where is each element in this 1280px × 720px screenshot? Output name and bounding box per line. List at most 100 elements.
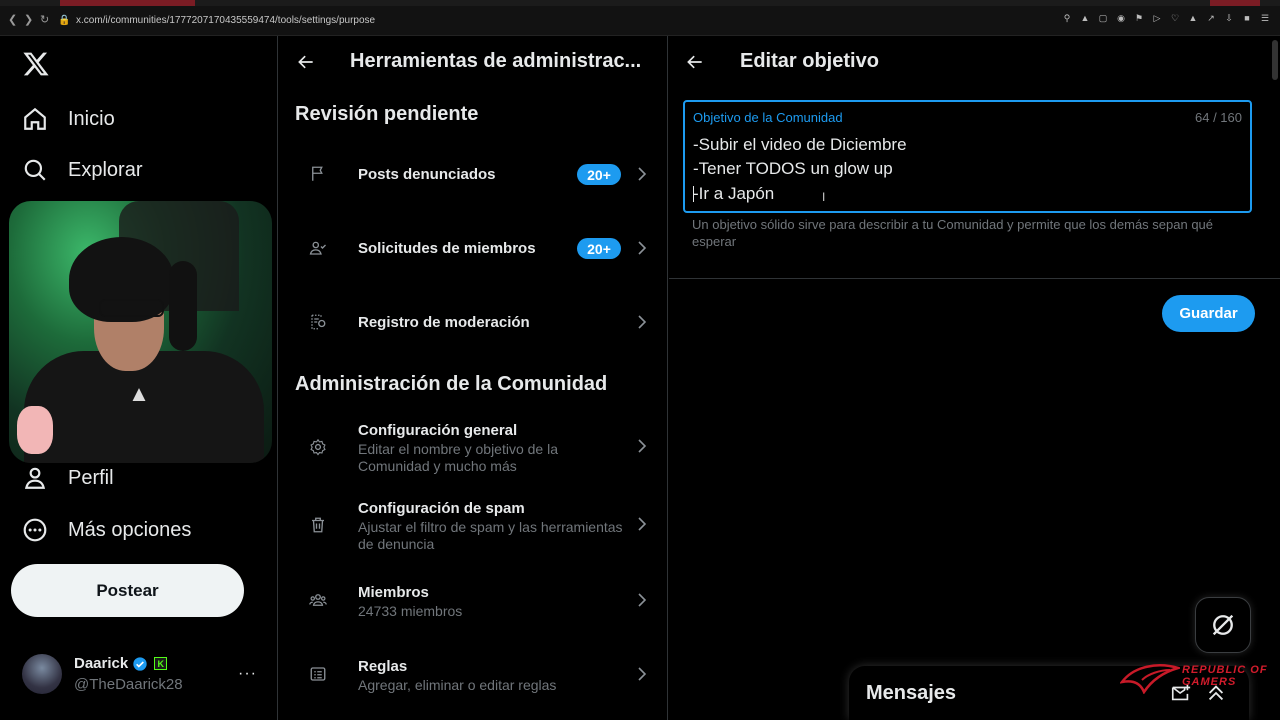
account-switcher[interactable]: Daarick K @TheDaarick28 ··· — [22, 653, 267, 695]
panel-title: Editar objetivo — [740, 50, 879, 72]
rog-line1: REPUBLIC OF — [1182, 664, 1268, 676]
row-title: Solicitudes de miembros — [358, 240, 536, 257]
chevron-right-icon — [638, 315, 647, 329]
people-icon — [309, 594, 327, 606]
person-icon — [24, 467, 46, 489]
heart-icon[interactable]: ♡ — [1170, 13, 1180, 23]
zoom-icon[interactable]: ⚲ — [1062, 13, 1072, 23]
row-title: Reglas — [358, 658, 408, 675]
browser-reload-icon[interactable]: ↻ — [40, 13, 49, 26]
verified-badge-icon — [133, 656, 147, 671]
back-arrow-icon[interactable] — [685, 52, 705, 72]
count-badge: 20+ — [577, 238, 621, 259]
grok-icon — [1212, 614, 1234, 636]
account-name-row: Daarick K — [74, 655, 168, 672]
lock-icon: 🔒 — [58, 14, 71, 26]
nav-label: Inicio — [68, 107, 115, 130]
shield-icon[interactable]: ◉ — [1116, 13, 1126, 23]
row-solicitudes-miembros[interactable]: Solicitudes de miembros 20+ — [279, 216, 668, 280]
section-title-pending: Revisión pendiente — [295, 103, 479, 125]
kick-badge: K — [154, 657, 168, 670]
puzzle-icon[interactable]: ▲ — [1188, 13, 1198, 23]
chevron-right-icon — [638, 667, 647, 681]
screenshot-icon[interactable]: ▢ — [1098, 13, 1108, 23]
edit-purpose-panel: Editar objetivo Objetivo de la Comunidad… — [669, 36, 1280, 720]
chevron-right-icon — [638, 593, 647, 607]
textarea-line: -Tener TODOS un glow up — [693, 159, 893, 178]
row-reglas[interactable]: Reglas Agregar, eliminar o editar reglas — [279, 644, 668, 704]
share-icon[interactable]: ↗ — [1206, 13, 1216, 23]
play-icon[interactable]: ▷ — [1152, 13, 1162, 23]
flag-icon — [312, 166, 323, 181]
page-title: Herramientas de administrac... — [350, 50, 642, 72]
rog-watermark: REPUBLIC OF GAMERS — [1119, 660, 1278, 696]
row-title: Miembros — [358, 584, 429, 601]
nav-item-perfil[interactable]: Perfil — [22, 461, 114, 495]
nav-label: Perfil — [68, 466, 114, 489]
nav-item-mas-opciones[interactable]: Más opciones — [22, 513, 191, 547]
nav-item-inicio[interactable]: Inicio — [22, 102, 115, 136]
webcam-overlay: ▲ — [9, 201, 272, 463]
character-count: 64 / 160 — [1195, 110, 1242, 125]
textarea-line: -Ir a Japón — [693, 184, 775, 203]
row-configuracion-spam[interactable]: Configuración de spam Ajustar el filtro … — [279, 490, 668, 560]
text-caret — [693, 186, 694, 202]
row-registro-moderacion[interactable]: Registro de moderación — [279, 290, 668, 354]
menu-icon[interactable]: ☰ — [1260, 13, 1270, 23]
row-title: Posts denunciados — [358, 166, 496, 183]
ibeam-cursor-icon: I — [822, 190, 826, 204]
home-icon — [24, 107, 46, 130]
account-more-icon[interactable]: ··· — [238, 665, 257, 683]
chevron-right-icon — [638, 241, 647, 255]
row-title: Configuración de spam — [358, 500, 525, 517]
admin-tools-panel: Herramientas de administrac... Revisión … — [279, 36, 668, 720]
purpose-textarea[interactable]: Objetivo de la Comunidad 64 / 160 -Subir… — [683, 100, 1252, 213]
more-circle-icon — [23, 518, 47, 542]
chevron-right-icon — [638, 517, 647, 531]
row-subtitle: 24733 miembros — [358, 603, 463, 619]
row-title: Configuración general — [358, 422, 518, 439]
search-icon — [24, 159, 46, 181]
account-handle: @TheDaarick28 — [74, 676, 183, 693]
address-bar[interactable]: 🔒 x.com/i/communities/177720717043555947… — [58, 12, 375, 28]
scrollbar[interactable] — [1272, 40, 1278, 80]
browser-tab[interactable] — [1210, 0, 1260, 6]
moderation-log-icon — [311, 314, 326, 330]
post-button[interactable]: Postear — [11, 564, 244, 617]
url-text: x.com/i/communities/1777207170435559474/… — [76, 14, 376, 26]
divider — [669, 278, 1280, 279]
rules-icon — [310, 667, 326, 681]
trash-icon — [312, 517, 324, 533]
row-subtitle: Editar el nombre y objetivo de la Comuni… — [358, 441, 558, 474]
rog-eye-logo-icon — [1119, 664, 1183, 695]
save-button[interactable]: Guardar — [1162, 295, 1255, 332]
gear-icon — [310, 438, 326, 456]
row-title: Registro de moderación — [358, 314, 530, 331]
pin-icon[interactable]: ▲ — [1080, 13, 1090, 23]
browser-tab-active[interactable] — [60, 0, 195, 6]
left-sidebar: Inicio Explorar ▲ Perfil Más opciones Po… — [0, 36, 278, 720]
count-badge: 20+ — [577, 164, 621, 185]
x-logo-icon[interactable] — [22, 50, 50, 78]
browser-back-icon[interactable]: ❮ — [8, 13, 17, 26]
flag-ext-icon[interactable]: ⚑ — [1134, 13, 1144, 23]
row-posts-denunciados[interactable]: Posts denunciados 20+ — [279, 142, 668, 206]
browser-forward-icon[interactable]: ❯ — [24, 13, 33, 26]
help-text: Un objetivo sólido sirve para describir … — [692, 217, 1214, 249]
row-miembros[interactable]: Miembros 24733 miembros — [279, 570, 668, 630]
wallet-icon[interactable]: ■ — [1242, 13, 1252, 23]
row-configuracion-general[interactable]: Configuración general Editar el nombre y… — [279, 412, 668, 482]
textarea-label: Objetivo de la Comunidad — [693, 110, 843, 125]
rog-wordmark: REPUBLIC OF GAMERS — [1182, 664, 1268, 688]
download-icon[interactable]: ⇩ — [1224, 13, 1234, 23]
messages-title: Mensajes — [866, 682, 957, 704]
chevron-right-icon — [638, 439, 647, 453]
grok-button[interactable] — [1195, 597, 1251, 653]
person-check-icon — [309, 241, 326, 255]
back-arrow-icon[interactable] — [296, 52, 316, 72]
browser-toolbar: ❮ ❯ ↻ 🔒 x.com/i/communities/177720717043… — [0, 0, 1280, 36]
nav-label: Más opciones — [68, 518, 192, 541]
nav-item-explorar[interactable]: Explorar — [22, 153, 142, 187]
section-title-admin: Administración de la Comunidad — [295, 373, 608, 395]
nav-label: Explorar — [68, 158, 143, 181]
